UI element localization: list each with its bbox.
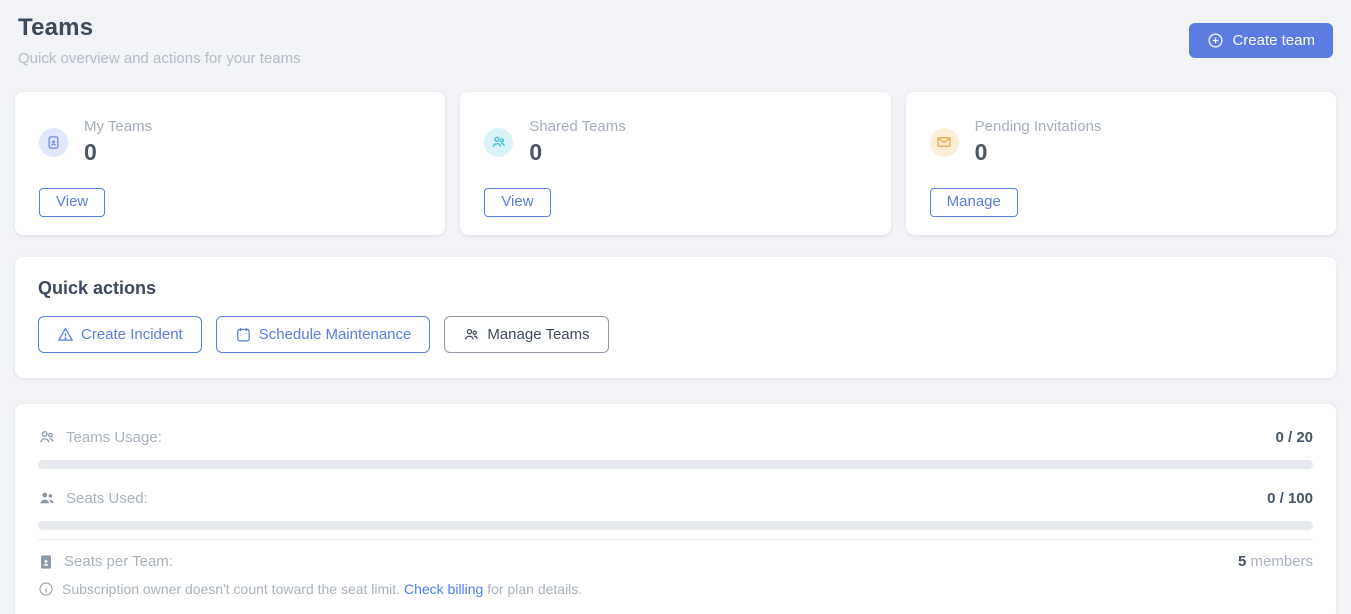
plus-circle-icon <box>1207 32 1224 49</box>
teams-usage-progressbar <box>38 460 1313 469</box>
page-header: Teams Quick overview and actions for you… <box>15 14 1336 67</box>
usage-panel: Teams Usage: 0 / 20 Seats Used: 0 / 100 <box>15 404 1336 614</box>
teams-usage-label: Teams Usage: <box>66 429 162 446</box>
seats-used-label: Seats Used: <box>66 490 148 507</box>
stat-label: Shared Teams <box>529 118 625 135</box>
warning-triangle-icon <box>57 326 74 343</box>
users-icon <box>484 128 513 157</box>
stat-value: 0 <box>529 139 625 166</box>
manage-teams-button[interactable]: Manage Teams <box>444 316 608 353</box>
seats-per-team-label: Seats per Team: <box>64 553 173 570</box>
stat-card-pending-invitations: Pending Invitations 0 Manage <box>906 92 1336 235</box>
stat-value: 0 <box>975 139 1102 166</box>
envelope-icon <box>930 128 959 157</box>
users-filled-icon <box>38 489 56 507</box>
manage-teams-label: Manage Teams <box>487 326 589 343</box>
quick-actions-buttons: Create Incident Schedule Maintenance Man… <box>38 316 1313 353</box>
note-text: Subscription owner doesn't count toward … <box>62 581 582 597</box>
page-header-text: Teams Quick overview and actions for you… <box>18 14 301 67</box>
page-subtitle: Quick overview and actions for your team… <box>18 50 301 67</box>
seats-per-team-row: Seats per Team: 5 members <box>38 542 1313 579</box>
create-team-button[interactable]: Create team <box>1189 23 1333 58</box>
calendar-icon <box>235 326 252 343</box>
quick-actions-title: Quick actions <box>38 278 1313 299</box>
schedule-maintenance-label: Schedule Maintenance <box>259 326 412 343</box>
view-shared-teams-button[interactable]: View <box>484 188 550 217</box>
users-outline-icon <box>38 428 56 446</box>
teams-usage-row: Teams Usage: 0 / 20 <box>38 417 1313 455</box>
quick-actions-panel: Quick actions Create Incident Schedule M… <box>15 257 1336 378</box>
seats-used-row: Seats Used: 0 / 100 <box>38 478 1313 516</box>
stat-value: 0 <box>84 139 152 166</box>
create-incident-label: Create Incident <box>81 326 183 343</box>
stats-row: My Teams 0 View Shared Teams 0 View <box>15 92 1336 235</box>
teams-page: Teams Quick overview and actions for you… <box>0 0 1351 614</box>
stat-card-my-teams: My Teams 0 View <box>15 92 445 235</box>
create-incident-button[interactable]: Create Incident <box>38 316 202 353</box>
manage-invitations-button[interactable]: Manage <box>930 188 1018 217</box>
seats-used-progressbar <box>38 521 1313 530</box>
seat-limit-note: Subscription owner doesn't count toward … <box>38 579 1313 603</box>
seats-per-team-value: 5 members <box>1238 553 1313 570</box>
stat-label: My Teams <box>84 118 152 135</box>
info-circle-icon <box>38 581 54 597</box>
seats-used-value: 0 / 100 <box>1267 490 1313 507</box>
check-billing-link[interactable]: Check billing <box>404 581 483 597</box>
contact-book-icon <box>39 128 68 157</box>
stat-label: Pending Invitations <box>975 118 1102 135</box>
divider <box>38 539 1313 540</box>
page-title: Teams <box>18 14 301 42</box>
schedule-maintenance-button[interactable]: Schedule Maintenance <box>216 316 431 353</box>
contact-card-icon <box>38 554 54 570</box>
create-team-button-label: Create team <box>1232 32 1315 49</box>
teams-usage-value: 0 / 20 <box>1275 429 1313 446</box>
view-my-teams-button[interactable]: View <box>39 188 105 217</box>
stat-card-shared-teams: Shared Teams 0 View <box>460 92 890 235</box>
users-icon <box>463 326 480 343</box>
